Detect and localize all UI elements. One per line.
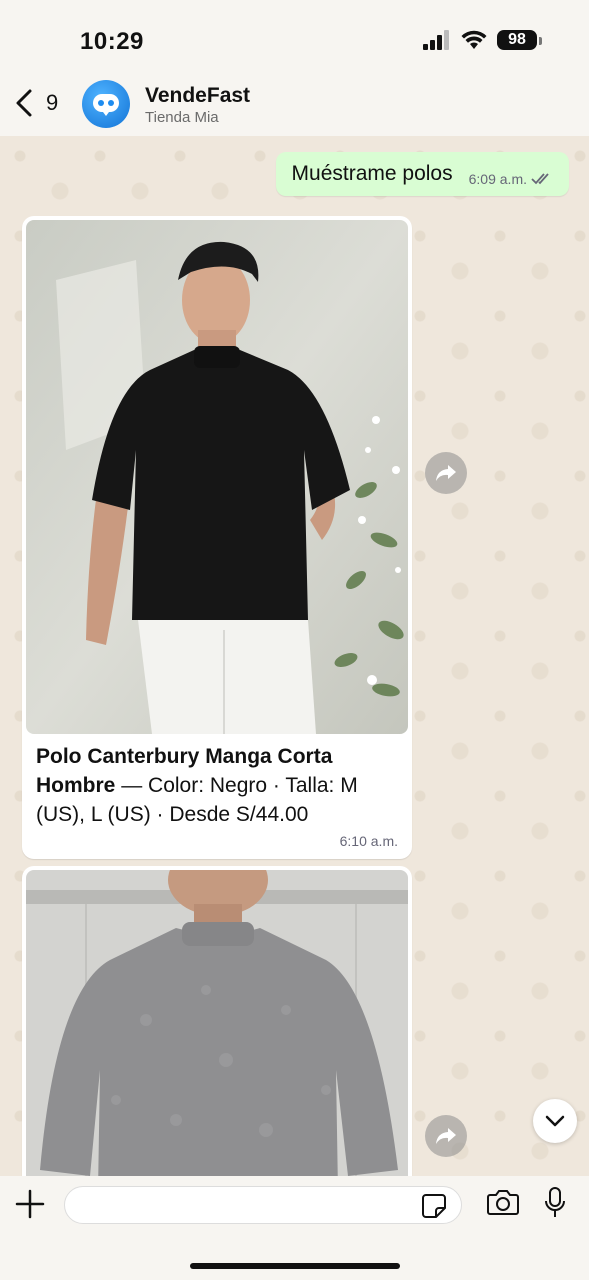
forward-button[interactable] [425,452,467,494]
back-button[interactable]: 9 [14,88,58,118]
unread-count: 9 [46,90,59,115]
plus-icon [15,1189,45,1219]
chevron-left-icon [16,89,32,117]
signal-icon [423,30,449,50]
sticker-button[interactable] [421,1193,447,1224]
forward-icon [436,465,456,481]
input-bar [0,1176,589,1280]
wifi-icon [461,30,487,49]
product-message[interactable]: Polo Canterbury Manga Corta Hombre — Col… [22,216,412,859]
double-check-icon [531,173,549,185]
contact-name[interactable]: VendeFast [145,84,250,108]
bot-icon [93,94,119,116]
attach-button[interactable] [14,1188,46,1225]
chevron-down-icon [545,1115,565,1127]
avatar[interactable] [82,80,130,128]
product-photo-black-polo [26,220,408,734]
forward-icon [436,1128,456,1144]
forward-button[interactable] [425,1115,467,1157]
sent-message-meta: 6:09 a.m. [469,171,553,187]
microphone-button[interactable] [543,1186,567,1225]
status-time: 10:29 [80,28,144,55]
status-icons: 98 [423,30,542,50]
status-bar: 10:29 98 [0,0,589,82]
product-message[interactable] [22,866,412,1176]
sent-message-text: Muéstrame polos [291,162,453,185]
camera-button[interactable] [486,1188,520,1221]
product-image[interactable] [26,870,408,1176]
scroll-to-bottom-button[interactable] [533,1099,577,1143]
chat-area[interactable]: Muéstrame polos 6:09 a.m. Polo Canterbur… [0,136,589,1176]
sent-message-time: 6:09 a.m. [468,171,527,187]
product-message-time: 6:10 a.m. [339,833,398,849]
message-input[interactable] [65,1187,405,1223]
microphone-icon [545,1187,565,1217]
product-image[interactable] [26,220,408,734]
chat-header: 9 VendeFast Tienda Mia [0,74,589,136]
product-photo-gray-polo [26,870,408,1176]
message-input-container[interactable] [64,1186,462,1224]
sticker-icon [422,1194,446,1218]
product-caption: Polo Canterbury Manga Corta Hombre — Col… [26,734,408,829]
sent-message[interactable]: Muéstrame polos 6:09 a.m. [275,152,569,196]
home-indicator [190,1263,400,1269]
battery-indicator: 98 [497,30,542,50]
contact-subtitle: Tienda Mia [145,109,219,126]
camera-icon [487,1190,519,1215]
